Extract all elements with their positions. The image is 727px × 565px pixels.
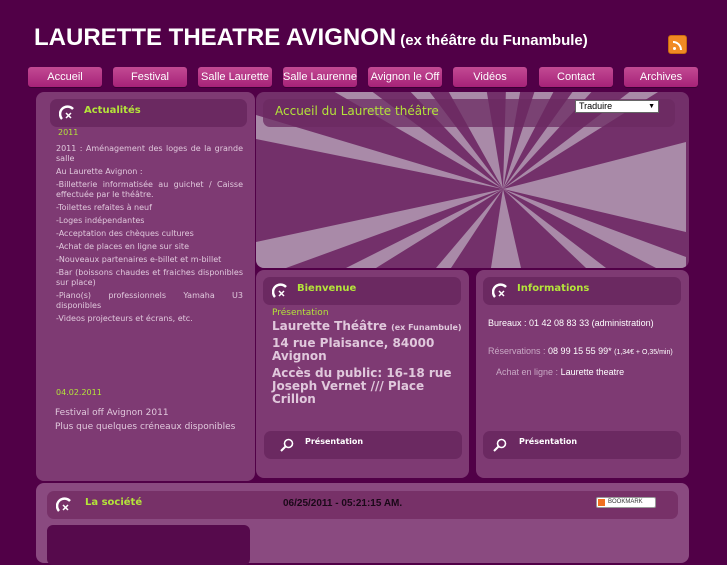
site-title: LAURETTE THEATRE AVIGNON (ex théâtre du F… — [34, 24, 588, 52]
public-access: Accès du public: 16-18 rue Joseph Vernet… — [272, 366, 452, 406]
bookmark-icon — [598, 499, 605, 506]
news-item: Festival off Avignon 2011 — [55, 408, 169, 418]
nav-avignon-le-off[interactable]: Avignon le Off — [368, 67, 442, 87]
chevron-down-icon: ▼ — [648, 103, 655, 110]
news-list: 2011 : Aménagement des loges de la grand… — [56, 144, 243, 327]
news-date: 2011 — [58, 128, 79, 137]
societe-panel: La société 06/25/2011 - 05:21:15 AM. BOO… — [36, 483, 689, 565]
bureaux-phone: Bureaux : 01 42 08 83 33 (administration… — [488, 318, 654, 328]
societe-header: La société 06/25/2011 - 05:21:15 AM. BOO… — [47, 491, 678, 519]
actualites-title: Actualités — [84, 105, 141, 116]
reservations-label: Réservations : — [488, 346, 546, 356]
presentation-link[interactable]: Présentation — [519, 437, 577, 446]
translate-select-value: Traduire — [579, 101, 613, 111]
news-date-2: 04.02.2011 — [56, 388, 102, 397]
bienvenue-panel: Bienvenue Présentation Laurette Théâtre … — [256, 270, 469, 478]
bienvenue-footer: Présentation — [264, 431, 462, 459]
achat-label: Achat en ligne : — [496, 367, 559, 377]
reservations-phone: 08 99 15 55 99* — [548, 346, 612, 356]
presentation-subtitle: Présentation — [272, 308, 329, 318]
theatre-name: Laurette Théâtre — [272, 319, 387, 333]
nav-archives[interactable]: Archives — [624, 67, 698, 87]
societe-content-box — [47, 525, 250, 565]
informations-panel: Informations Bureaux : 01 42 08 83 33 (a… — [476, 270, 689, 478]
news-item: -Achat de places en ligne sur site — [56, 242, 189, 251]
actualites-panel: Actualités 2011 2011 : Aménagement des l… — [36, 92, 255, 481]
news-item: -Loges indépendantes — [56, 216, 145, 225]
news-item: 2011 : Aménagement des loges de la grand… — [56, 144, 243, 163]
bookmark-button[interactable]: BOOKMARK — [596, 497, 656, 508]
news-item: -Toilettes refaites à neuf — [56, 203, 152, 212]
theatre-logo-icon — [56, 497, 71, 512]
bienvenue-header: Bienvenue — [263, 277, 461, 305]
news-item: -Piano(s) professionnels Yamaha U3 dispo… — [56, 291, 243, 310]
main-title: Accueil du Laurette théâtre — [275, 104, 439, 118]
news-item: -Videos projecteurs et écrans, etc. — [56, 314, 193, 323]
laurette-theatre-link[interactable]: Laurette theatre — [561, 367, 625, 377]
search-icon — [280, 438, 294, 452]
bookmark-label: BOOKMARK — [608, 499, 643, 505]
news-item: Plus que quelques créneaux disponibles — [55, 422, 236, 432]
nav-vid-os[interactable]: Vidéos — [453, 67, 527, 87]
reservations-price: (1,34€ + O,35/min) — [614, 349, 673, 356]
theatre-logo-icon — [272, 283, 287, 298]
rss-icon[interactable] — [668, 35, 687, 54]
nav-salle-laurette[interactable]: Salle Laurette — [198, 67, 272, 87]
presentation-link[interactable]: Présentation — [305, 437, 363, 446]
actualites-header: Actualités — [50, 99, 247, 127]
theatre-logo-icon — [59, 105, 74, 120]
informations-footer: Présentation — [483, 431, 681, 459]
news-item: Au Laurette Avignon : — [56, 167, 143, 176]
address: 14 rue Plaisance, 84000 Avignon — [272, 336, 435, 363]
news-item: -Acceptation des chèques cultures — [56, 229, 194, 238]
bienvenue-title: Bienvenue — [297, 283, 357, 294]
news-item: -Nouveaux partenaires e-billet et m-bill… — [56, 255, 222, 264]
societe-title: La société — [85, 497, 143, 508]
nav-festival[interactable]: Festival — [113, 67, 187, 87]
news-item: -Bar (boissons chaudes et fraiches dispo… — [56, 268, 243, 287]
news-item: -Billetterie informatisée au guichet / C… — [56, 180, 243, 199]
current-datetime: 06/25/2011 - 05:21:15 AM. — [283, 498, 403, 509]
main-banner: Accueil du Laurette théâtre Traduire ▼ — [256, 92, 689, 268]
translate-select[interactable]: Traduire ▼ — [575, 100, 659, 113]
site-title-text: LAURETTE THEATRE AVIGNON — [34, 24, 397, 51]
nav-accueil[interactable]: Accueil — [28, 67, 102, 87]
nav-contact[interactable]: Contact — [539, 67, 613, 87]
informations-header: Informations — [483, 277, 681, 305]
site-subtitle: (ex théâtre du Funambule) — [400, 32, 588, 49]
nav-salle-laurenne[interactable]: Salle Laurenne — [283, 67, 357, 87]
informations-title: Informations — [517, 283, 590, 294]
theatre-logo-icon — [492, 283, 507, 298]
theatre-name-note: (ex Funambule) — [391, 323, 462, 332]
search-icon — [493, 438, 507, 452]
